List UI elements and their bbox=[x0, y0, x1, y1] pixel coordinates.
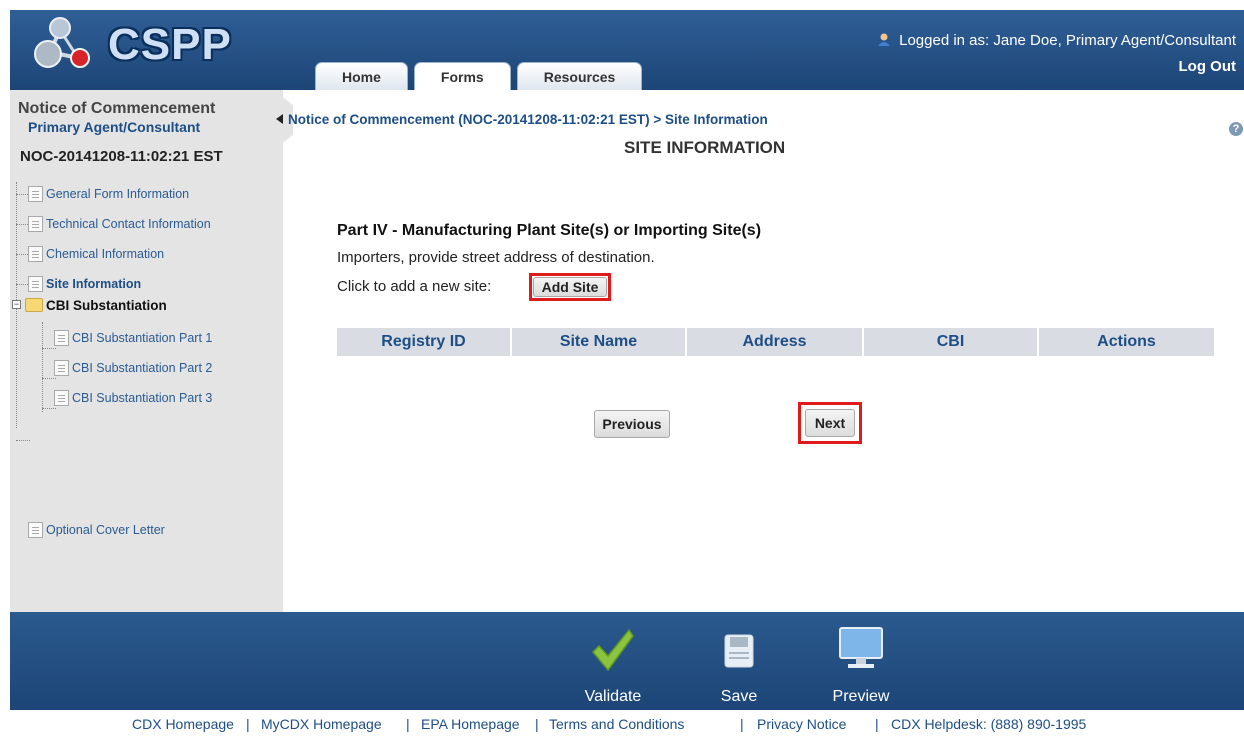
helpdesk-text: CDX Helpdesk: (888) 890-1995 bbox=[891, 716, 1087, 732]
sites-table-header: Registry ID Site Name Address CBI Action… bbox=[337, 328, 1214, 356]
add-site-prompt: Click to add a new site: bbox=[337, 278, 492, 295]
footer-separator: | bbox=[535, 716, 539, 732]
column-address[interactable]: Address bbox=[687, 328, 864, 356]
login-prefix: Logged in as: bbox=[899, 32, 990, 49]
sidebar-item-general-form[interactable]: General Form Information bbox=[28, 183, 189, 205]
sidebar-item-cbi-substantiation[interactable]: CBI Substantiation bbox=[25, 294, 167, 316]
preview-action[interactable]: Preview bbox=[821, 622, 901, 705]
sidebar-item-label: General Form Information bbox=[46, 187, 190, 201]
document-icon bbox=[28, 216, 43, 232]
chevron-left-icon bbox=[276, 114, 283, 124]
validate-action[interactable]: Validate bbox=[573, 622, 653, 705]
document-icon bbox=[28, 276, 43, 292]
sidebar-noc-id: NOC-20141208-11:02:21 EST bbox=[20, 148, 223, 165]
footer-separator: | bbox=[246, 716, 250, 732]
epa-homepage-link[interactable]: EPA Homepage bbox=[421, 716, 520, 732]
sidebar-item-chemical-information[interactable]: Chemical Information bbox=[28, 243, 164, 265]
sidebar-item-label: CBI Substantiation Part 1 bbox=[72, 331, 213, 345]
checkmark-icon bbox=[591, 628, 634, 672]
validate-label: Validate bbox=[584, 688, 642, 705]
collapse-toggle-icon[interactable]: − bbox=[12, 300, 21, 309]
footer-separator: | bbox=[406, 716, 410, 732]
sidebar-item-cbi-part-3[interactable]: CBI Substantiation Part 3 bbox=[54, 387, 212, 409]
document-icon bbox=[54, 360, 69, 376]
sidebar-item-optional-cover-letter[interactable]: Optional Cover Letter bbox=[28, 519, 165, 541]
logout-link[interactable]: Log Out bbox=[1179, 58, 1236, 75]
monitor-icon bbox=[839, 627, 883, 668]
action-bar: Validate Save Preview bbox=[10, 612, 1244, 710]
terms-link[interactable]: Terms and Conditions bbox=[549, 716, 684, 732]
sidebar-item-label: CBI Substantiation bbox=[46, 297, 167, 313]
save-action[interactable]: Save bbox=[699, 622, 779, 705]
document-icon bbox=[54, 390, 69, 406]
next-button[interactable]: Next bbox=[805, 409, 855, 437]
footer-separator: | bbox=[875, 716, 879, 732]
privacy-link[interactable]: Privacy Notice bbox=[757, 716, 846, 732]
sidebar-item-cbi-part-2[interactable]: CBI Substantiation Part 2 bbox=[54, 357, 212, 379]
document-icon bbox=[28, 246, 43, 262]
sidebar-item-label: Optional Cover Letter bbox=[46, 523, 165, 537]
mycdx-homepage-link[interactable]: MyCDX Homepage bbox=[261, 716, 382, 732]
logo-text: CSPP bbox=[108, 20, 232, 69]
user-icon bbox=[877, 33, 891, 46]
header-bar: CSPP Home Forms Resources Logged in as: … bbox=[10, 10, 1244, 90]
instruction-text: Importers, provide street address of des… bbox=[337, 249, 655, 266]
sidebar: Notice of Commencement Primary Agent/Con… bbox=[10, 90, 283, 612]
column-registry-id[interactable]: Registry ID bbox=[337, 328, 512, 356]
tree-line bbox=[16, 440, 30, 441]
sidebar-item-site-information[interactable]: Site Information bbox=[28, 273, 141, 295]
cdx-homepage-link[interactable]: CDX Homepage bbox=[132, 716, 234, 732]
main-tabs: Home Forms Resources bbox=[315, 62, 648, 90]
molecule-icon bbox=[34, 17, 90, 68]
sidebar-role: Primary Agent/Consultant bbox=[28, 119, 201, 135]
tree-line bbox=[42, 322, 43, 412]
column-actions[interactable]: Actions bbox=[1039, 328, 1214, 356]
column-cbi[interactable]: CBI bbox=[864, 328, 1039, 356]
sidebar-title: Notice of Commencement bbox=[18, 100, 216, 117]
tab-home[interactable]: Home bbox=[315, 62, 408, 90]
sidebar-item-label: Technical Contact Information bbox=[46, 217, 211, 231]
help-icon[interactable]: ? bbox=[1229, 122, 1243, 136]
login-status: Logged in as: Jane Doe, Primary Agent/Co… bbox=[877, 32, 1236, 49]
tab-forms[interactable]: Forms bbox=[413, 62, 511, 90]
column-site-name[interactable]: Site Name bbox=[512, 328, 687, 356]
sidebar-item-technical-contact[interactable]: Technical Contact Information bbox=[28, 213, 211, 235]
document-icon bbox=[54, 330, 69, 346]
save-label: Save bbox=[720, 688, 758, 705]
preview-label: Preview bbox=[832, 688, 890, 705]
sidebar-item-label: CBI Substantiation Part 3 bbox=[72, 391, 213, 405]
sidebar-item-label: Chemical Information bbox=[46, 247, 165, 261]
breadcrumb[interactable]: Notice of Commencement (NOC-20141208-11:… bbox=[288, 112, 768, 127]
document-icon bbox=[28, 522, 43, 538]
user-name: Jane Doe, Primary Agent/Consultant bbox=[993, 32, 1236, 49]
tab-resources[interactable]: Resources bbox=[516, 62, 643, 90]
document-icon bbox=[28, 186, 43, 202]
part-title: Part IV - Manufacturing Plant Site(s) or… bbox=[337, 222, 762, 239]
sidebar-item-cbi-part-1[interactable]: CBI Substantiation Part 1 bbox=[54, 327, 212, 349]
sidebar-item-label: Site Information bbox=[46, 277, 142, 291]
folder-icon bbox=[25, 298, 43, 312]
sidebar-item-label: CBI Substantiation Part 2 bbox=[72, 361, 213, 375]
previous-button[interactable]: Previous bbox=[594, 410, 670, 438]
save-icon bbox=[724, 634, 754, 668]
cspp-logo[interactable]: CSPP bbox=[30, 14, 231, 76]
page-title: SITE INFORMATION bbox=[624, 138, 786, 157]
footer-separator: | bbox=[740, 716, 744, 732]
add-site-button[interactable]: Add Site bbox=[533, 277, 607, 297]
